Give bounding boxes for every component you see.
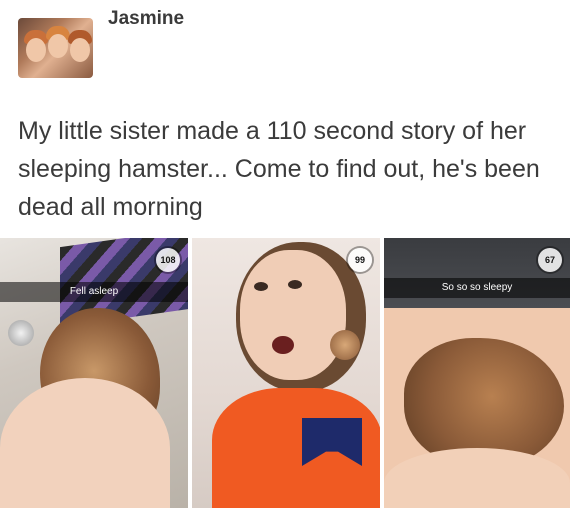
open-mouth [272, 336, 294, 354]
photo-2[interactable]: 99 [192, 238, 380, 508]
snap-caption: Fell asleep [0, 282, 188, 302]
post-text: My little sister made a 110 second story… [18, 117, 540, 221]
hand-1 [0, 378, 170, 508]
photo-1[interactable]: Fell asleep 108 [0, 238, 188, 508]
girl-face [240, 250, 346, 380]
photo-3[interactable]: So so so sleepy 67 [384, 238, 570, 508]
photo-strip: Fell asleep 108 99 So so so sleepy 67 [0, 238, 570, 508]
avatar-face-3 [70, 38, 90, 62]
snap-timer: 99 [348, 248, 372, 272]
hamster-2 [330, 330, 360, 360]
snap-caption: So so so sleepy [384, 278, 570, 298]
eye-right [288, 280, 302, 289]
avatar-face-1 [26, 38, 46, 62]
avatar-face-2 [48, 34, 68, 58]
eye-left [254, 282, 268, 291]
snap-timer: 108 [156, 248, 180, 272]
coin [8, 320, 34, 346]
avatar[interactable] [18, 18, 93, 78]
author-name[interactable]: Jasmine [108, 8, 184, 30]
post-header: Jasmine [0, 0, 570, 110]
snap-timer: 67 [538, 248, 562, 272]
